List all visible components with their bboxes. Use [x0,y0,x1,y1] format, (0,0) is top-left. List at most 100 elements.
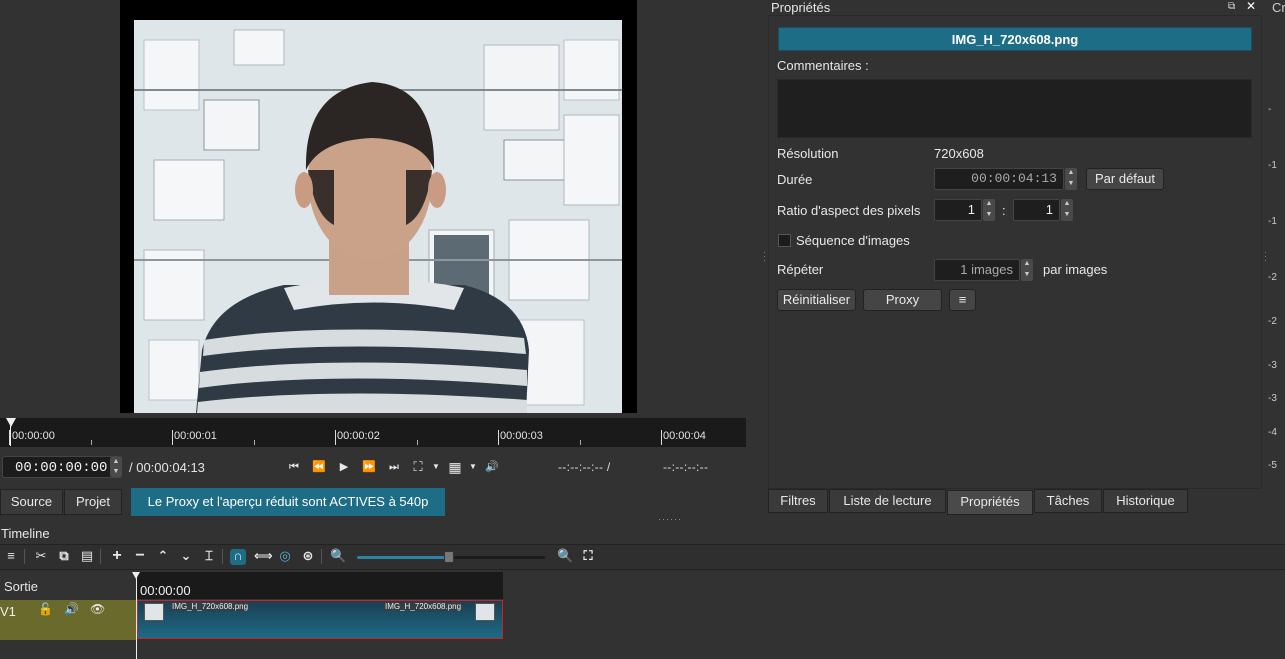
timecode-spinner[interactable]: ▲ ▼ [110,457,122,477]
clip-thumbnail [475,603,495,621]
snap-icon[interactable]: ∩ [230,549,246,565]
duration-input[interactable]: 00:00:04:13 [934,168,1064,190]
timeline-clip[interactable]: IMG_H_720x608.png IMG_H_720x608.png [137,600,503,639]
grid-icon[interactable]: ▦ [447,460,463,474]
output-track-label: Sortie [4,579,38,594]
tab-proprietes[interactable]: Propriétés [947,490,1033,515]
meter-label: -3 [1268,360,1277,371]
comments-label: Commentaires : [777,58,869,73]
ripple-icon[interactable]: ◎ [277,549,293,563]
timecode-input[interactable]: 00:00:00:00 [2,456,122,478]
copy-icon[interactable]: ⧉ [56,549,72,563]
track-label: V1 [0,604,16,619]
clip-name-field[interactable]: IMG_H_720x608.png [778,27,1252,51]
scrub-icon[interactable]: ⟺ [254,549,273,563]
append-icon[interactable]: + [109,548,125,564]
spin-up-icon[interactable]: ▲ [983,199,995,210]
zoom-fit-icon[interactable]: ⛶ [580,549,596,563]
fast-forward-icon[interactable]: ⏩ [361,460,377,474]
splitter-handle[interactable]: ······ [658,514,682,524]
visibility-eye-icon[interactable]: 👁 [90,602,105,616]
play-icon[interactable]: ▶ [336,460,352,474]
ruler-tick-label: 00:00:01 [174,430,217,442]
meter-label: -1 [1268,216,1277,227]
playhead-handle[interactable] [6,418,16,427]
meter-label: - [1268,104,1272,115]
preview-image [134,20,622,413]
menu-icon[interactable]: ≡ [3,549,19,563]
comments-textarea[interactable] [777,79,1252,138]
skip-to-end-icon[interactable]: ⏭ [386,460,402,474]
zoom-slider-fill [357,556,450,559]
zoom-view-icon[interactable]: ⛶ [410,460,426,474]
meter-label: -5 [1268,460,1277,471]
split-icon[interactable]: ⌶ [201,549,217,563]
tab-filtres[interactable]: Filtres [768,489,828,513]
spin-up-icon[interactable]: ▲ [1065,168,1077,179]
close-icon[interactable]: ✕ [1246,0,1256,13]
tab-taches[interactable]: Tâches [1034,489,1102,513]
tab-historique[interactable]: Historique [1103,489,1188,513]
image-sequence-label: Séquence d'images [796,233,910,248]
pixel-ratio-denominator[interactable]: 1 [1013,199,1060,221]
menu-button[interactable]: ≡ [949,289,976,311]
spin-down-icon[interactable]: ▼ [1021,270,1033,281]
ruler-tick-label: 00:00:00 [12,430,55,442]
spin-down-icon[interactable]: ▼ [983,210,995,221]
spin-down-icon[interactable]: ▼ [1061,210,1073,221]
timeline-ruler-label: 00:00:00 [140,583,191,598]
repeat-spinner[interactable]: ▲ ▼ [1021,259,1033,281]
pixel-ratio-numerator-spinner[interactable]: ▲ ▼ [983,199,995,221]
in-point-timecode: --:--:--:-- / [558,460,611,474]
reset-button[interactable]: Réinitialiser [777,289,856,311]
splitter-handle[interactable]: · · · [763,248,766,265]
ruler-tick-label: 00:00:02 [337,430,380,442]
spin-up-icon[interactable]: ▲ [1021,259,1033,270]
duration-label: Durée [777,172,813,187]
zoom-slider-thumb[interactable] [444,551,455,563]
mute-icon[interactable]: 🔊 [64,602,79,616]
ripple-all-icon[interactable]: ⊛ [300,549,316,563]
spin-up-icon[interactable]: ▲ [1061,199,1073,210]
rewind-icon[interactable]: ⏪ [311,460,327,474]
volume-icon[interactable]: 🔊 [484,460,500,474]
spin-up-icon[interactable]: ▲ [110,457,122,467]
pixel-ratio-denominator-spinner[interactable]: ▲ ▼ [1061,199,1073,221]
spin-down-icon[interactable]: ▼ [1065,179,1077,190]
out-point-timecode: --:--:--:-- [663,460,709,474]
tab-source[interactable]: Source [0,489,63,515]
resolution-label: Résolution [777,146,839,161]
default-duration-button[interactable]: Par défaut [1086,168,1164,190]
image-sequence-checkbox[interactable] [778,234,791,247]
video-viewer[interactable] [120,0,637,413]
skip-to-start-icon[interactable]: ⏮ [286,460,302,474]
lift-icon[interactable]: ⌃ [155,549,171,563]
audio-meter-title: Cr [1272,0,1285,15]
timeline-title: Timeline [1,526,50,541]
splitter-handle[interactable]: · · · [1264,248,1267,265]
timeline-ruler[interactable] [136,572,503,599]
zoom-in-icon[interactable]: 🔍 [557,549,573,563]
meter-label: -1 [1268,160,1277,171]
timeline-playhead-handle[interactable] [132,572,140,579]
pixel-ratio-numerator[interactable]: 1 [934,199,982,221]
chevron-down-icon[interactable]: ▼ [428,460,444,474]
resolution-value: 720x608 [934,146,984,161]
cut-icon[interactable]: ✂ [33,549,49,563]
zoom-out-icon[interactable]: 🔍 [330,549,346,563]
remove-icon[interactable]: − [132,548,148,564]
proxy-button[interactable]: Proxy [863,289,942,311]
paste-icon[interactable]: ▤ [79,549,95,563]
total-duration: / 00:00:04:13 [129,460,205,475]
chevron-down-icon[interactable]: ▼ [465,460,481,474]
duration-spinner[interactable]: ▲ ▼ [1065,168,1077,190]
viewer-time-ruler[interactable]: 00:00:00 00:00:01 00:00:02 00:00:03 00:0… [0,418,746,447]
clip-name-right: IMG_H_720x608.png [384,602,463,611]
tab-liste-de-lecture[interactable]: Liste de lecture [829,489,946,513]
tab-projet[interactable]: Projet [64,489,122,515]
overwrite-icon[interactable]: ⌄ [178,549,194,563]
repeat-input[interactable]: 1 images [934,259,1020,281]
float-panel-icon[interactable]: ⧉ [1228,1,1235,12]
lock-icon[interactable]: 🔓 [38,602,53,616]
spin-down-icon[interactable]: ▼ [110,467,122,477]
